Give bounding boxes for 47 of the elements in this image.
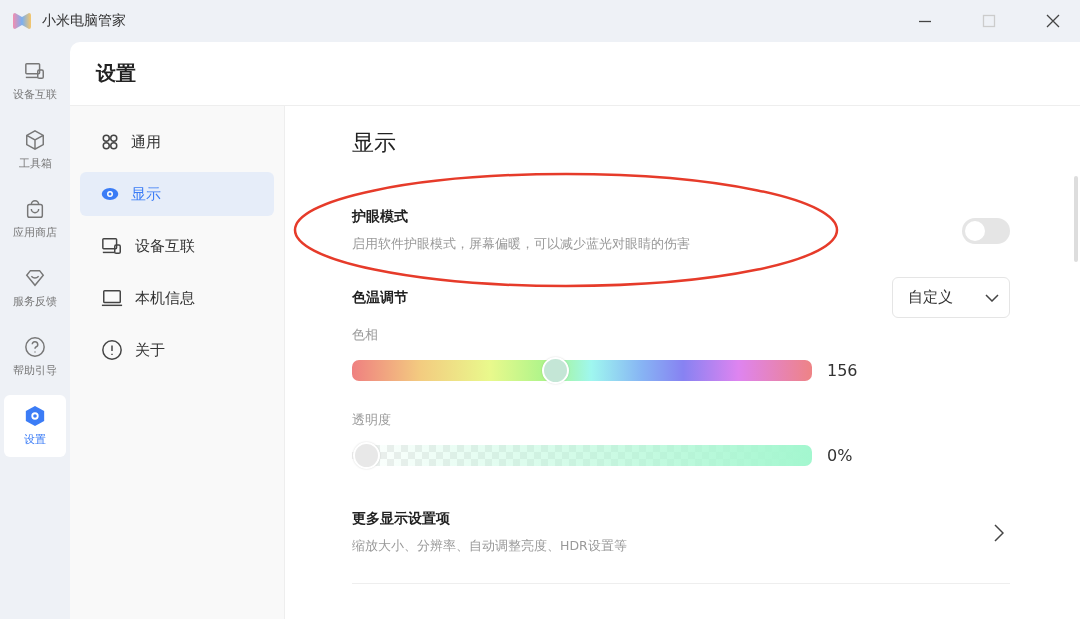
- toggle-switch[interactable]: [962, 217, 1010, 244]
- shopping-bag-icon: [24, 198, 46, 220]
- menu-item[interactable]: 本机信息: [80, 276, 274, 320]
- minimize-icon: [918, 19, 932, 23]
- slider-value: 0%: [827, 446, 853, 465]
- app-logo-icon: [12, 12, 32, 30]
- nav-rail-item[interactable]: 帮助引导: [4, 326, 66, 388]
- scrollbar[interactable]: [1074, 176, 1078, 262]
- menu-item[interactable]: 设备互联: [80, 224, 274, 268]
- setting-description: 缩放大小、分辨率、自动调整亮度、HDR设置等: [352, 538, 627, 555]
- eye-icon: [101, 185, 119, 203]
- nav-rail-item[interactable]: 应用商店: [4, 188, 66, 250]
- page-title: 设置: [96, 60, 136, 87]
- chevron-down-icon: [985, 293, 999, 302]
- laptop-icon: [101, 287, 123, 309]
- nav-rail-item[interactable]: 工具箱: [4, 119, 66, 181]
- cube-icon: [24, 129, 46, 151]
- nav-rail-item[interactable]: 服务反馈: [4, 257, 66, 319]
- chevron-right-icon[interactable]: [994, 523, 1004, 542]
- setting-description: 启用软件护眼模式，屏幕偏暖，可以减少蓝光对眼睛的伤害: [352, 236, 690, 253]
- opacity-slider[interactable]: [352, 445, 812, 466]
- hue-slider[interactable]: [352, 360, 812, 381]
- maximize-icon: [982, 14, 996, 28]
- menu-item[interactable]: 显示: [80, 172, 274, 216]
- menu-item[interactable]: 关于: [80, 328, 274, 372]
- close-icon: [1046, 14, 1060, 28]
- devices-icon: [24, 60, 46, 82]
- slider-thumb[interactable]: [541, 357, 569, 384]
- info-icon: [101, 339, 123, 361]
- help-icon: [24, 336, 46, 358]
- grid-icon: [101, 133, 119, 151]
- menu-item[interactable]: 通用: [80, 120, 274, 164]
- nav-rail-item[interactable]: 设置: [4, 395, 66, 457]
- slider-thumb[interactable]: [353, 442, 380, 469]
- section-title: 显示: [352, 129, 397, 157]
- heart-icon: [24, 267, 46, 289]
- setting-title: 更多显示设置项: [352, 510, 451, 528]
- slider-label: 色相: [352, 326, 379, 344]
- settings-icon: [24, 405, 46, 427]
- window-title: 小米电脑管家: [42, 12, 127, 30]
- slider-value: 156: [827, 361, 858, 380]
- setting-title: 色温调节: [352, 288, 408, 307]
- setting-title: 护眼模式: [352, 208, 409, 226]
- devices-icon: [101, 235, 123, 257]
- preset-dropdown[interactable]: 自定义: [892, 277, 1010, 318]
- slider-label: 透明度: [352, 411, 392, 429]
- nav-rail-item[interactable]: 设备互联: [4, 50, 66, 112]
